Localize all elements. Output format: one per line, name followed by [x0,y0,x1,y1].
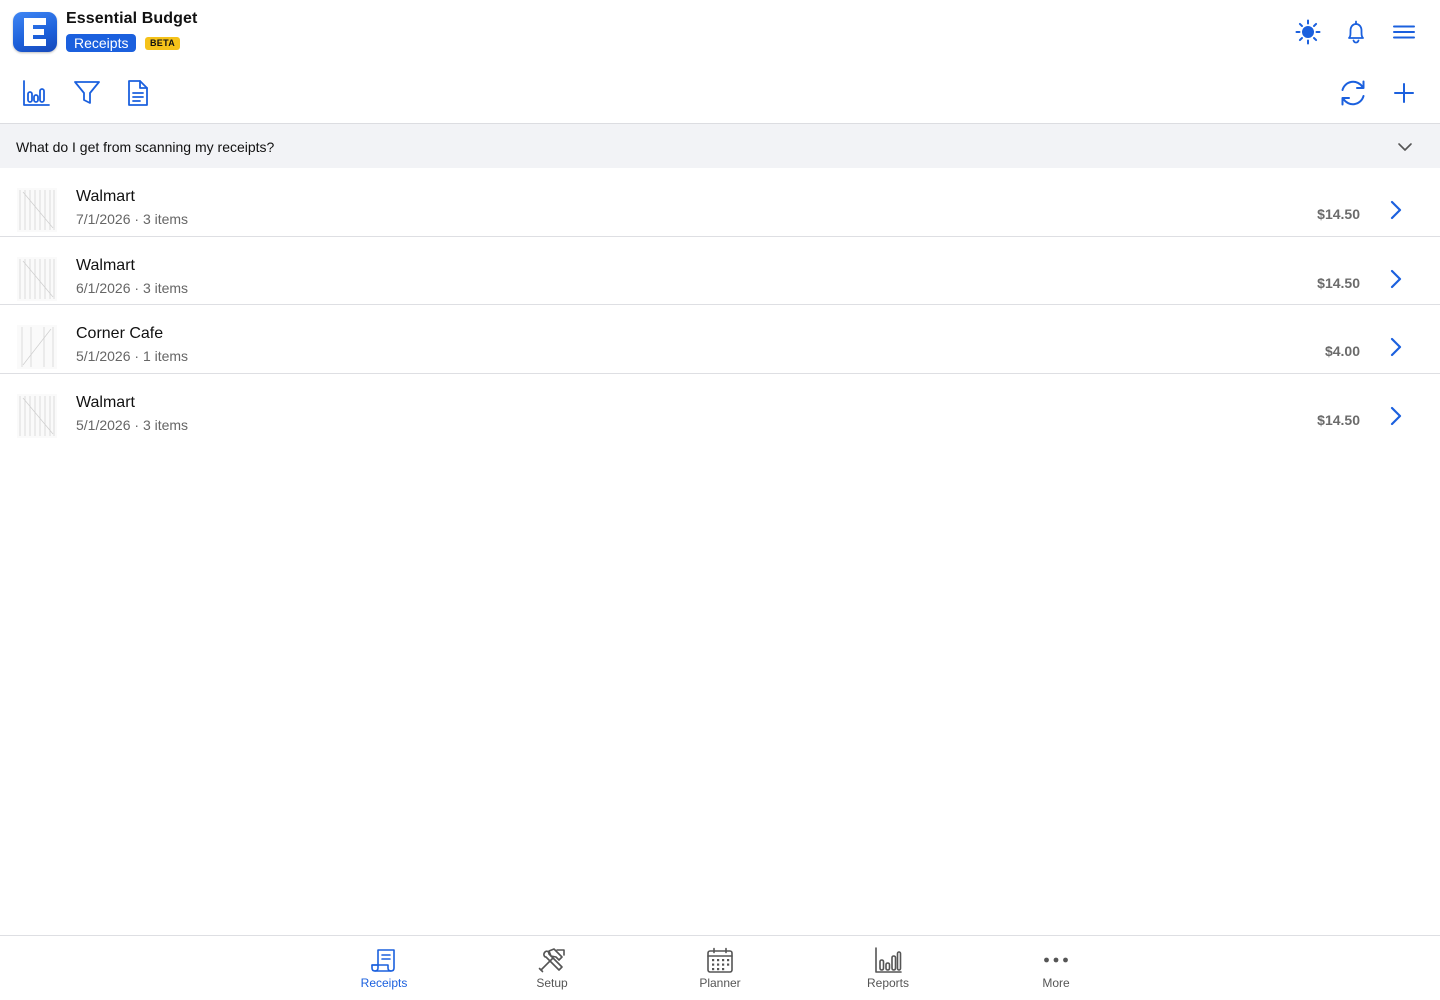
refresh-icon[interactable] [1338,78,1368,108]
chevron-right-icon [1390,269,1402,288]
bottom-tab-bar: Receipts Setup Planner Reports More [0,935,1440,1000]
bell-icon[interactable] [1342,18,1370,46]
receipt-amount: $4.00 [1324,343,1360,359]
tab-label: Planner [699,976,741,990]
chevron-right-icon [1390,337,1402,357]
receipt-meta: 5/1/2026 · 3 items [76,416,189,433]
app-header: Essential Budget Receipts BETA [0,0,1440,64]
receipt-row[interactable]: Walmart 6/1/2026 · 3 items $14.50 [0,237,1440,305]
receipt-meta: 7/1/2026 · 3 items [76,211,189,227]
receipt-row[interactable]: Walmart 5/1/2026 · 3 items $14.50 [0,374,1440,443]
receipt-list: Walmart 7/1/2026 · 3 items $14.50 Walmar… [0,168,1440,442]
faq-question: What do I get from scanning my receipts? [16,139,275,155]
theme-sun-icon[interactable] [1294,18,1322,46]
receipt-icon [371,949,395,972]
receipt-thumbnail [17,325,57,369]
chevron-down-icon [1398,143,1412,151]
tab-label: More [1042,976,1070,990]
calendar-icon [707,947,733,973]
plus-icon[interactable] [1389,78,1419,108]
hamburger-menu-icon[interactable] [1390,18,1418,46]
bar-chart-icon[interactable] [21,78,51,108]
receipt-row[interactable]: Walmart 7/1/2026 · 3 items $14.50 [0,168,1440,237]
tab-more[interactable]: More [996,936,1116,1000]
tab-reports[interactable]: Reports [828,936,948,1000]
receipt-merchant: Walmart [76,188,135,205]
receipt-thumbnail [17,188,57,232]
tools-icon [538,948,565,973]
tab-label: Receipts [360,976,408,990]
app-logo [13,12,57,52]
document-icon[interactable] [123,78,153,108]
receipt-thumbnail [17,256,57,301]
receipt-merchant: Walmart [76,393,135,411]
receipt-thumbnail [17,393,57,438]
bar-chart-icon [875,947,902,973]
filter-icon[interactable] [72,78,102,108]
tab-planner[interactable]: Planner [660,936,780,1000]
app-root: Essential Budget Receipts BETA What do I… [0,0,1440,1000]
section-badge: Receipts [66,34,137,52]
tab-receipts[interactable]: Receipts [324,936,444,1000]
tab-setup[interactable]: Setup [492,936,612,1000]
app-title: Essential Budget [66,10,198,27]
tab-label: Reports [866,976,910,990]
toolbar [0,64,1440,123]
receipt-amount: $14.50 [1317,411,1360,428]
receipt-amount: $14.50 [1317,206,1360,222]
chevron-right-icon [1390,406,1402,425]
faq-expander[interactable]: What do I get from scanning my receipts? [0,123,1440,168]
receipt-meta: 5/1/2026 · 1 items [76,348,189,364]
beta-badge: BETA [145,37,181,50]
tab-label: Setup [536,976,568,990]
more-dots-icon [1044,957,1068,963]
receipt-meta: 6/1/2026 · 3 items [76,279,189,296]
receipt-merchant: Corner Cafe [76,325,164,342]
receipt-merchant: Walmart [76,256,135,274]
receipt-amount: $14.50 [1317,274,1360,291]
receipt-row[interactable]: Corner Cafe 5/1/2026 · 1 items $4.00 [0,305,1440,374]
chevron-right-icon [1390,200,1402,220]
